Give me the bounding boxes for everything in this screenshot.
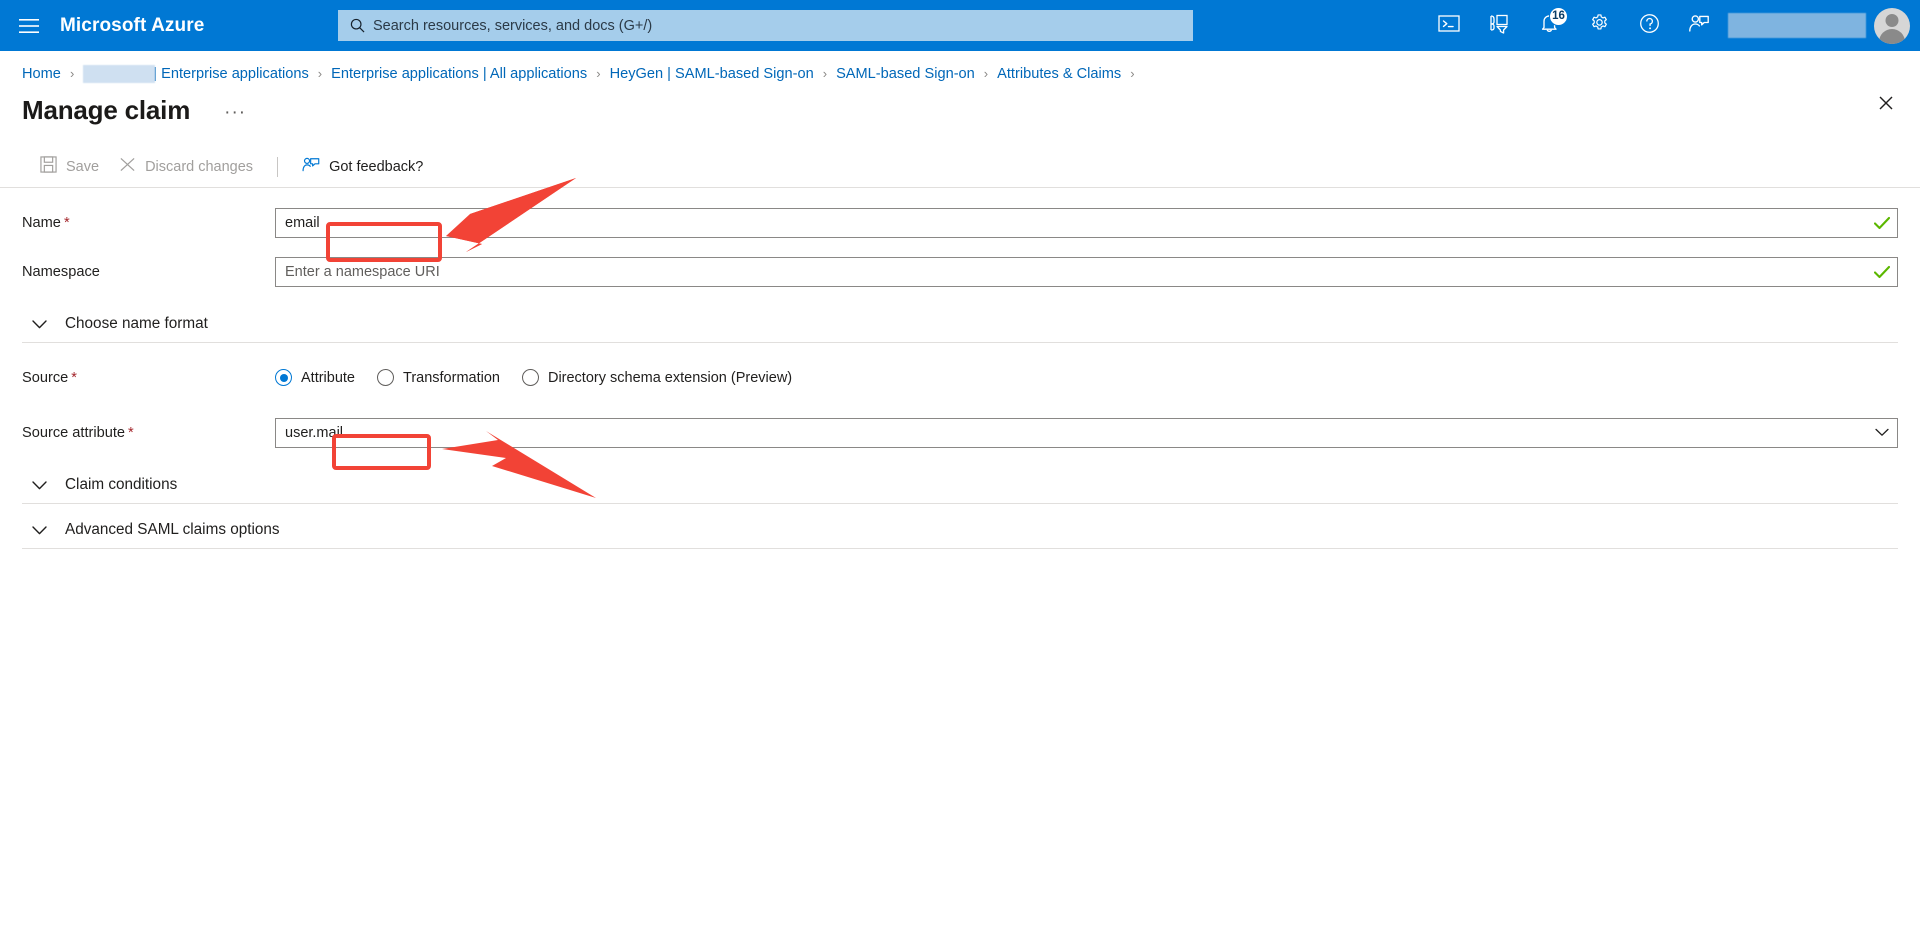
choose-name-format-accordion[interactable]: Choose name format <box>22 306 1898 343</box>
source-attribute-value: user.mail <box>285 424 344 441</box>
breadcrumb-separator: › <box>596 66 601 81</box>
breadcrumb-item-attributes-claims[interactable]: Attributes & Claims <box>997 66 1121 82</box>
top-bar-icon-group: 16 <box>1424 0 1920 51</box>
azure-top-navigation-bar: Microsoft Azure Search resources, servic… <box>0 0 1920 51</box>
chevron-down-icon <box>32 525 47 535</box>
notifications-button[interactable]: 16 <box>1524 0 1574 51</box>
source-radio-group: Attribute Transformation Directory schem… <box>275 369 1898 386</box>
user-avatar[interactable] <box>1874 7 1910 44</box>
source-label-text: Source <box>22 370 69 386</box>
feedback-button[interactable] <box>1674 0 1724 51</box>
choose-name-format-label: Choose name format <box>65 315 208 332</box>
source-field-label: Source * <box>22 369 275 386</box>
page-header: Manage claim ··· <box>0 89 1920 126</box>
name-field-row: Name * <box>22 202 1898 243</box>
directories-subscriptions-button[interactable] <box>1474 0 1524 51</box>
avatar-head-shape <box>1885 13 1899 27</box>
claim-conditions-accordion[interactable]: Claim conditions <box>22 467 1898 504</box>
save-disk-icon <box>40 156 57 177</box>
hamburger-icon <box>19 18 39 34</box>
account-name-redacted <box>1728 13 1866 38</box>
advanced-saml-claims-options-accordion[interactable]: Advanced SAML claims options <box>22 512 1898 549</box>
feedback-icon <box>1688 13 1710 39</box>
more-options-button[interactable]: ··· <box>216 99 254 126</box>
help-button[interactable] <box>1624 0 1674 51</box>
source-attribute-row: Source attribute * user.mail <box>22 412 1898 453</box>
namespace-field-row: Namespace <box>22 251 1898 292</box>
source-radio-attribute-label: Attribute <box>301 369 355 386</box>
source-radio-transformation[interactable]: Transformation <box>377 369 500 386</box>
help-question-icon <box>1639 13 1660 39</box>
name-label-text: Name <box>22 215 61 231</box>
source-attribute-control: user.mail <box>275 417 1898 448</box>
breadcrumb-item-heygen-saml[interactable]: HeyGen | SAML-based Sign-on <box>610 66 814 82</box>
close-blade-button[interactable] <box>1870 89 1902 121</box>
got-feedback-button[interactable]: Got feedback? <box>292 149 433 185</box>
breadcrumb-tenant-redacted <box>83 64 156 83</box>
search-input[interactable] <box>373 10 1183 41</box>
source-attribute-label: Source attribute * <box>22 424 275 441</box>
source-attribute-label-text: Source attribute <box>22 425 126 441</box>
manage-claim-form: Name* Namespace <box>0 188 1920 549</box>
feedback-person-icon <box>302 156 320 177</box>
settings-button[interactable] <box>1574 0 1624 51</box>
breadcrumb-separator: › <box>822 66 828 81</box>
settings-gear-icon <box>1589 13 1610 39</box>
breadcrumb-separator: › <box>317 66 323 81</box>
breadcrumb-item-saml-based-signon[interactable]: SAML-based Sign-on <box>836 66 975 82</box>
name-input[interactable] <box>275 207 1898 238</box>
name-field-control <box>275 207 1898 238</box>
name-field-label: Name * <box>22 214 275 231</box>
page-title: Manage claim <box>22 95 191 125</box>
discard-changes-label: Discard changes <box>145 158 254 175</box>
save-button[interactable]: Save <box>30 149 109 185</box>
azure-brand-link[interactable]: Microsoft Azure <box>58 15 204 37</box>
source-attribute-dropdown[interactable]: user.mail <box>275 417 1898 448</box>
notification-count-badge: 16 <box>1549 7 1568 26</box>
source-radio-transformation-label: Transformation <box>403 369 500 386</box>
search-icon <box>350 18 365 33</box>
radio-dot[interactable] <box>377 369 394 386</box>
namespace-field-control <box>275 256 1898 287</box>
radio-dot-selected[interactable] <box>275 369 292 386</box>
breadcrumb-separator: › <box>1130 66 1135 81</box>
close-icon <box>1879 96 1893 115</box>
namespace-input[interactable] <box>275 256 1898 287</box>
chevron-down-icon <box>32 480 47 490</box>
source-radio-directory-schema-extension[interactable]: Directory schema extension (Preview) <box>521 369 793 386</box>
breadcrumb-item-enterprise-applications[interactable]: | Enterprise applications <box>153 66 309 82</box>
chevron-down-icon <box>32 319 47 329</box>
claim-conditions-label: Claim conditions <box>65 476 178 493</box>
source-radio-attribute[interactable]: Attribute <box>275 369 355 386</box>
breadcrumb-separator: › <box>69 66 75 81</box>
source-radio-directory-schema-extension-label: Directory schema extension (Preview) <box>547 369 793 386</box>
advanced-saml-claims-options-label: Advanced SAML claims options <box>65 521 280 538</box>
save-button-label: Save <box>66 158 100 175</box>
required-asterisk: * <box>128 425 134 441</box>
avatar-body-shape <box>1879 28 1905 44</box>
directories-subscriptions-icon <box>1488 13 1510 39</box>
radio-dot[interactable] <box>521 369 539 386</box>
cloud-shell-button[interactable] <box>1424 0 1474 51</box>
source-field-row: Source * Attribute Transformation Directo… <box>22 357 1898 398</box>
breadcrumb: Home › | Enterprise applications › Enter… <box>0 58 1920 89</box>
command-bar: Save Discard changes Got feedback? <box>0 146 1920 188</box>
got-feedback-label: Got feedback? <box>329 158 424 175</box>
command-bar-divider <box>277 156 279 177</box>
discard-changes-button[interactable]: Discard changes <box>109 149 263 185</box>
breadcrumb-item-home[interactable]: Home <box>22 66 61 82</box>
hamburger-menu-button[interactable] <box>0 0 58 51</box>
breadcrumb-separator: › <box>983 66 989 81</box>
required-asterisk: * <box>71 370 77 386</box>
required-asterisk: * <box>63 215 70 231</box>
namespace-field-label: Namespace <box>22 264 100 280</box>
breadcrumb-item-all-applications[interactable]: Enterprise applications | All applicatio… <box>331 66 587 82</box>
cloud-shell-icon <box>1438 14 1460 38</box>
global-search-box[interactable] <box>338 10 1193 41</box>
close-x-icon <box>119 156 136 177</box>
